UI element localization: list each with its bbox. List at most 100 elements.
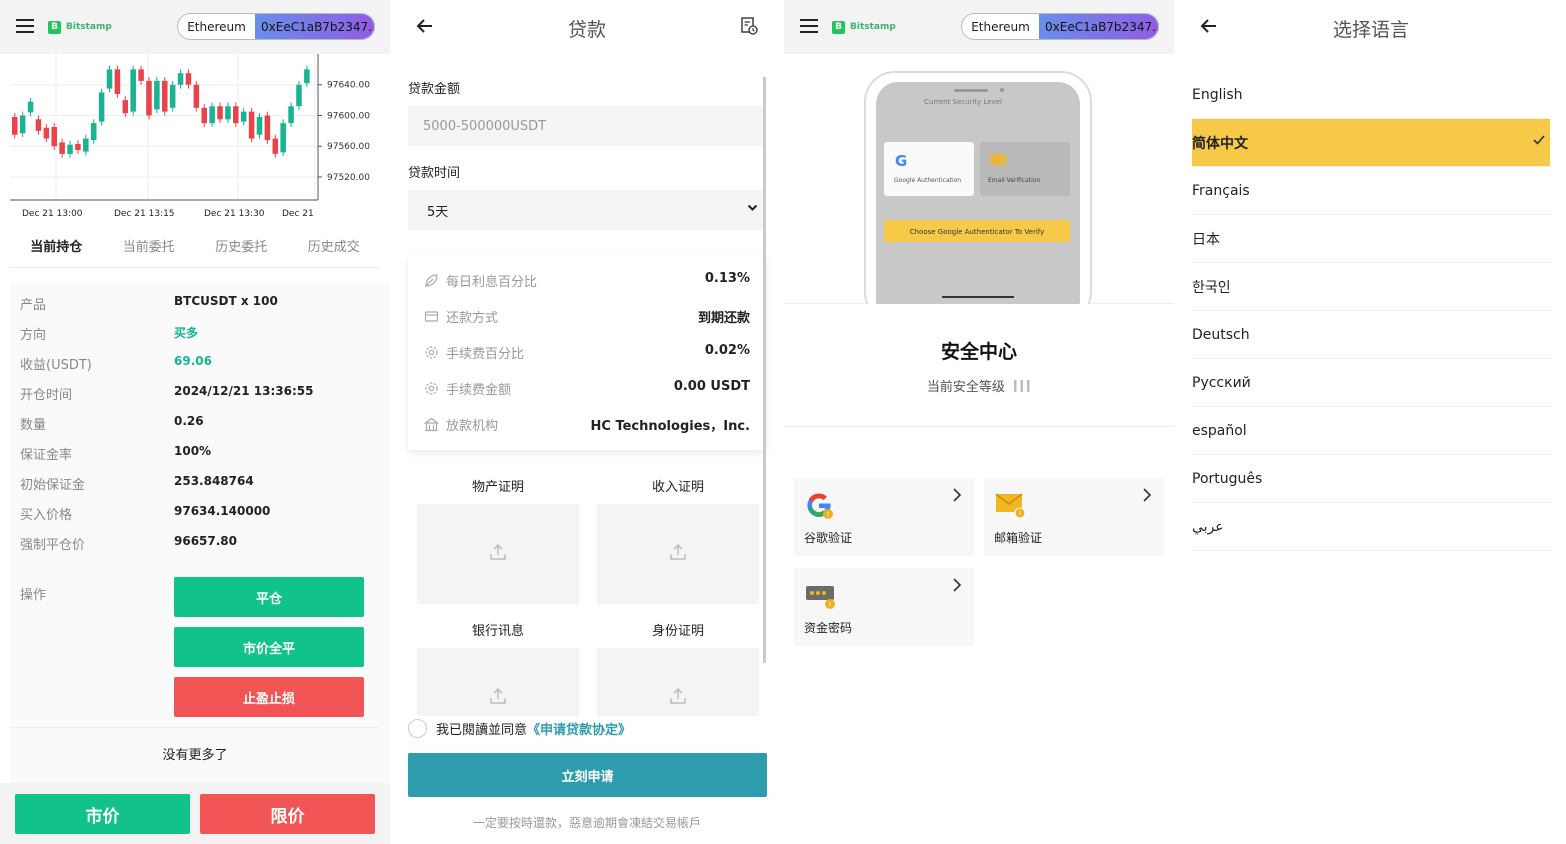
loan-info-value: 0.13% xyxy=(704,271,750,286)
position-tabs: 当前持仓 当前委托 历史委托 历史成交 xyxy=(10,236,380,268)
menu-icon[interactable] xyxy=(800,19,818,33)
detail-label: 产品 xyxy=(20,298,47,313)
candle-body xyxy=(280,123,286,153)
candlestick-chart[interactable]: 97640.00 97600.00 97560.00 97520.00 Dec 21 1… xyxy=(0,54,390,224)
wallet-address: 0xEeC1aB7b2347... xyxy=(1039,14,1158,39)
detail-label: 强制平仓价 xyxy=(20,538,86,553)
candle-body xyxy=(83,138,89,152)
language-option[interactable]: español xyxy=(1192,407,1550,455)
language-option[interactable]: 日本 xyxy=(1192,215,1550,263)
upload-box[interactable] xyxy=(417,648,579,716)
history-icon[interactable] xyxy=(740,17,758,35)
detail-label: 数量 xyxy=(20,418,47,433)
language-option[interactable]: Português xyxy=(1192,455,1550,503)
detail-value: 97634.140000 xyxy=(174,504,271,518)
apply-now-button[interactable]: 立刻申请 xyxy=(408,753,767,797)
candle-body xyxy=(27,101,34,113)
google-mini-icon: G xyxy=(895,152,908,170)
candle-body xyxy=(90,123,97,141)
language-option[interactable]: English xyxy=(1192,71,1550,119)
chevron-down-icon xyxy=(747,202,758,216)
language-option[interactable]: Français xyxy=(1192,167,1550,215)
candle-body xyxy=(122,100,129,114)
wallet-pill[interactable]: Ethereum 0xEeC1aB7b2347... xyxy=(177,13,375,40)
loan-time-label: 贷款时间 xyxy=(408,166,461,181)
mockup-email-text: Email Verification xyxy=(988,177,1041,184)
detail-value: BTCUSDT x 100 xyxy=(174,294,278,308)
logo: B Bitstamp xyxy=(832,20,896,34)
candle-body xyxy=(130,69,136,112)
loan-amount-label: 贷款金额 xyxy=(408,82,461,97)
security-center-title: 安全中心 xyxy=(940,341,1017,363)
email-verify-card[interactable]: ! 邮箱验证 xyxy=(984,478,1164,556)
loan-time-select[interactable]: 5天 xyxy=(408,190,766,230)
language-option[interactable]: Русский xyxy=(1192,359,1550,407)
detail-row: 买入价格 97634.140000 xyxy=(20,504,380,524)
menu-icon[interactable] xyxy=(16,19,34,33)
limit-order-button[interactable]: 限价 xyxy=(200,794,375,834)
upload-box[interactable] xyxy=(597,648,759,716)
agree-radio[interactable] xyxy=(408,718,427,738)
loan-info-row: 每日利息百分比 0.13% xyxy=(424,271,750,291)
candle-body xyxy=(304,69,310,84)
detail-value: 100% xyxy=(174,444,212,458)
tab-current-orders[interactable]: 当前委托 xyxy=(103,236,196,267)
tab-current-positions[interactable]: 当前持仓 xyxy=(10,236,103,267)
wallet-pill[interactable]: Ethereum 0xEeC1aB7b2347... xyxy=(961,13,1159,40)
candle-body xyxy=(288,106,294,124)
language-option[interactable]: 한국인 xyxy=(1192,263,1550,311)
loan-info-label: 每日利息百分比 xyxy=(446,275,538,290)
candle-body xyxy=(193,84,200,108)
language-option[interactable]: Deutsch xyxy=(1192,311,1550,359)
detail-label: 初始保证金 xyxy=(20,478,86,493)
email-mini-icon xyxy=(990,154,1006,165)
detail-label: 收益(USDT) xyxy=(20,358,92,373)
loan-amount-input[interactable]: 5000-500000USDT xyxy=(408,106,766,146)
detail-value: 0.26 xyxy=(174,414,204,428)
language-option[interactable]: 简体中文 xyxy=(1192,119,1550,167)
detail-row: 数量 0.26 xyxy=(20,414,380,434)
language-label: 한국인 xyxy=(1192,279,1231,296)
candle-body xyxy=(35,119,42,131)
detail-label: 保证金率 xyxy=(20,448,73,463)
email-icon: ! xyxy=(994,488,1028,522)
close-position-button[interactable]: 平仓 xyxy=(174,577,364,617)
market-order-button[interactable]: 市价 xyxy=(15,794,190,834)
level-bars-icon xyxy=(1013,379,1031,396)
tab-trade-history[interactable]: 历史成交 xyxy=(288,236,381,267)
candle-body xyxy=(114,69,121,94)
detail-label: 方向 xyxy=(20,328,47,343)
detail-label: 买入价格 xyxy=(20,508,73,523)
candle-body xyxy=(98,92,105,122)
tp-sl-button[interactable]: 止盈止损 xyxy=(174,677,364,717)
candle-body xyxy=(217,106,223,120)
app-header: B Bitstamp Ethereum 0xEeC1aB7b2347... xyxy=(784,0,1174,54)
language-label: Deutsch xyxy=(1192,326,1250,343)
market-close-all-button[interactable]: 市价全平 xyxy=(174,627,364,667)
google-auth-card[interactable]: ! 谷歌验证 xyxy=(794,478,974,556)
page-title: 选择语言 xyxy=(1332,19,1409,41)
language-label: español xyxy=(1192,422,1247,439)
language-option[interactable]: عربي xyxy=(1192,503,1550,551)
agreement-link[interactable]: 《申请贷款协定》 xyxy=(527,719,631,738)
chain-name: Ethereum xyxy=(971,19,1030,34)
agreement-row[interactable]: 我已閱讀並同意 《申请贷款协定》 xyxy=(408,717,631,739)
loan-info-row: 放款机构 HC Technologies，Inc. xyxy=(423,415,750,435)
leaf-icon xyxy=(424,273,439,288)
detail-row: 强制平仓价 96657.80 xyxy=(20,534,380,554)
chevron-right-icon xyxy=(952,488,962,506)
scrollbar[interactable] xyxy=(763,77,766,663)
upload-box[interactable] xyxy=(417,504,579,604)
tab-order-history[interactable]: 历史委托 xyxy=(195,236,288,267)
upload-label: 收入证明 xyxy=(651,480,704,495)
candle-body xyxy=(43,127,50,139)
language-label: عربي xyxy=(1192,518,1224,535)
upload-box[interactable] xyxy=(597,504,759,604)
candle-body xyxy=(240,111,247,122)
language-header: 选择语言 xyxy=(1176,0,1566,54)
wallet-address: 0xEeC1aB7b2347... xyxy=(255,14,374,39)
svg-text:!: ! xyxy=(1019,510,1022,518)
check-icon xyxy=(1532,133,1546,151)
y-tick-label: 97600.00 xyxy=(327,111,370,121)
fund-password-card[interactable]: ! 资金密码 xyxy=(794,568,974,646)
